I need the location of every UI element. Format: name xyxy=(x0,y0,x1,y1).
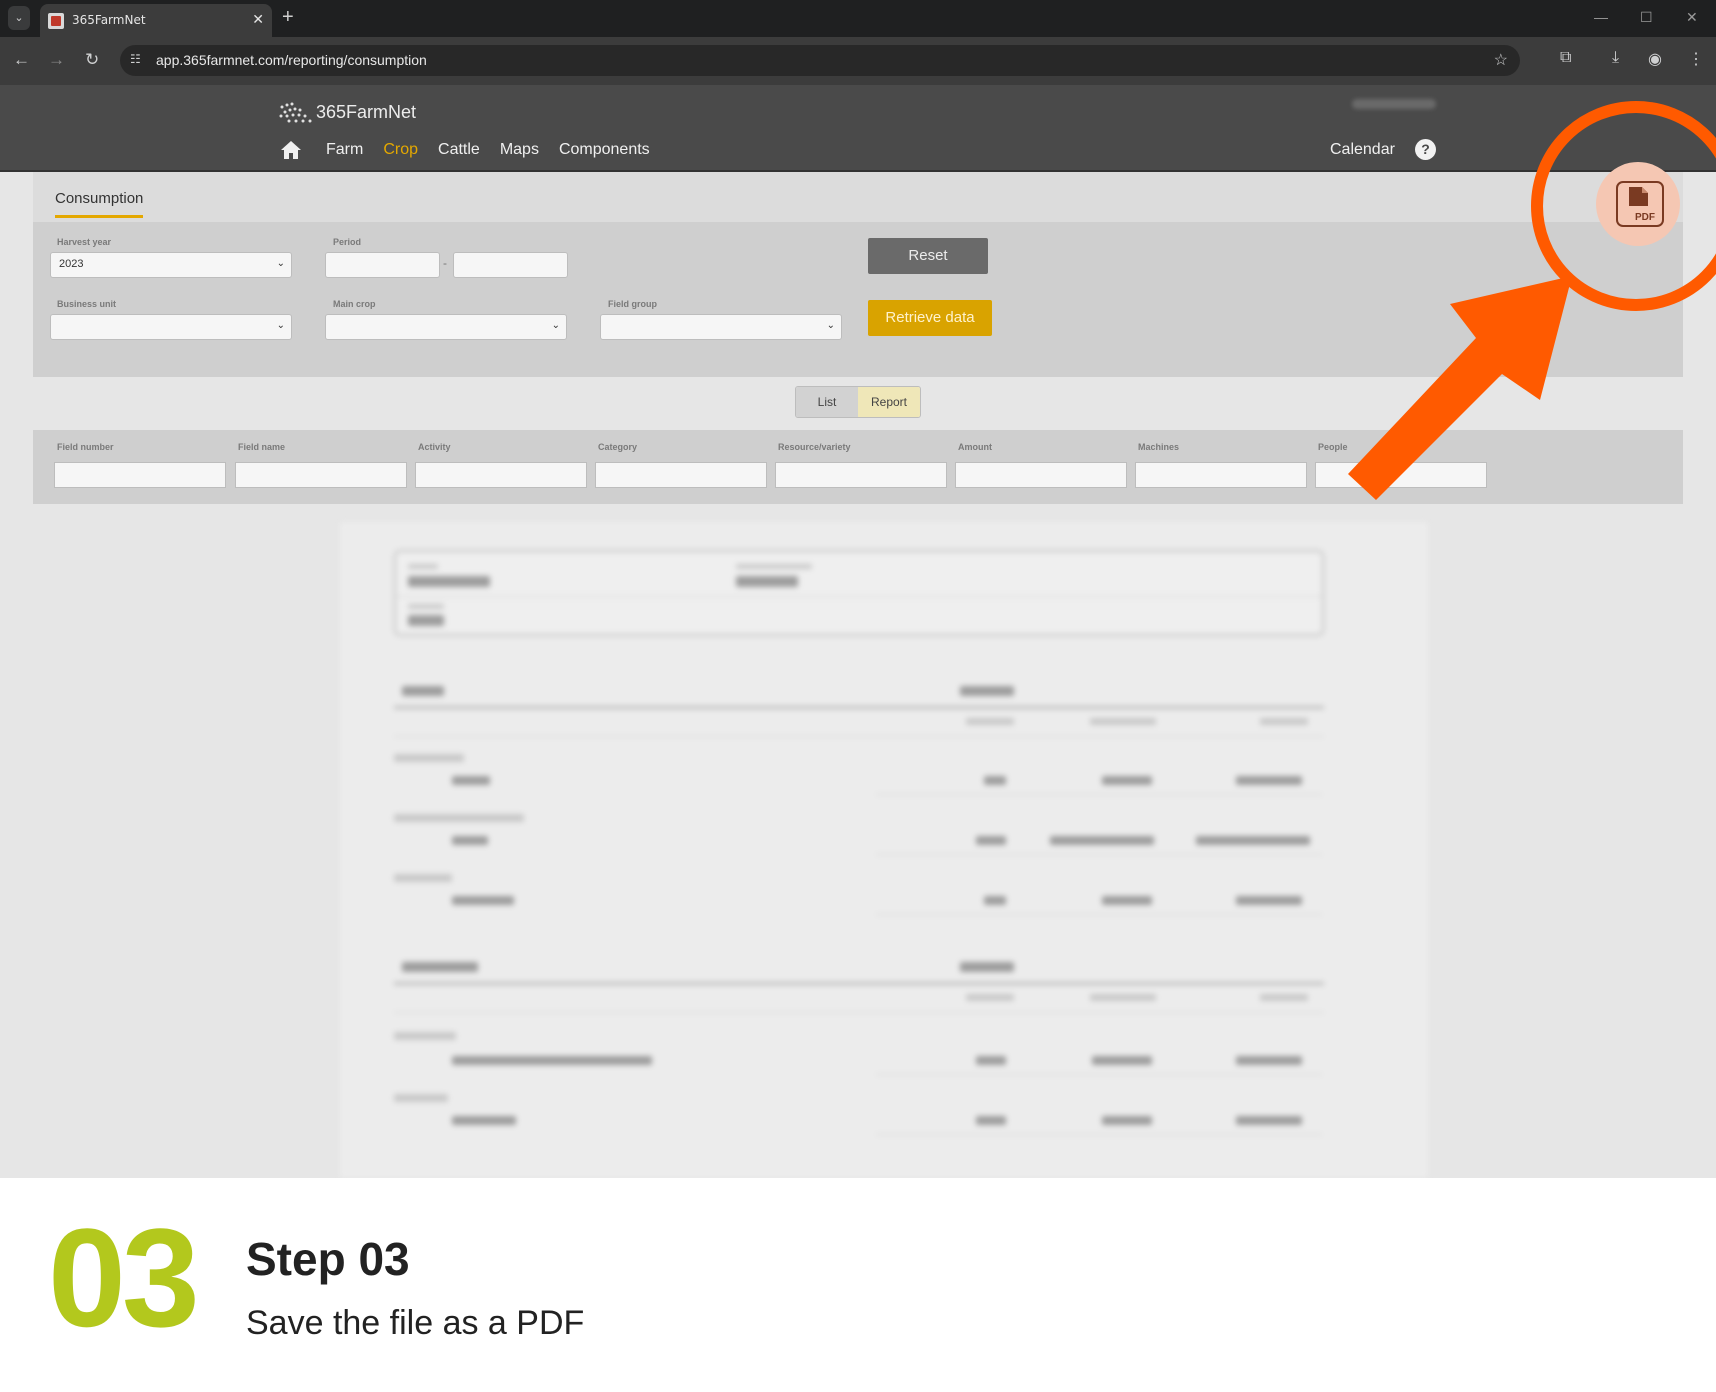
column-filter-input[interactable] xyxy=(955,462,1127,488)
field-group-label: Field group xyxy=(608,299,657,309)
nav-farm[interactable]: Farm xyxy=(326,141,363,159)
period-separator: - xyxy=(443,256,447,270)
nav-crop[interactable]: Crop xyxy=(383,141,418,159)
period-label: Period xyxy=(333,237,362,247)
chevron-down-icon: ⌄ xyxy=(826,320,835,331)
column-filter-input[interactable] xyxy=(54,462,226,488)
nav-cattle[interactable]: Cattle xyxy=(438,141,480,159)
browser-tab-bar: ⌄ 365FarmNet ✕ + — ☐ ✕ xyxy=(0,0,1716,37)
view-list-button[interactable]: List xyxy=(796,387,858,417)
minimize-icon[interactable]: — xyxy=(1594,9,1608,25)
forward-icon[interactable]: → xyxy=(48,50,65,70)
tab-title: 365FarmNet xyxy=(72,13,146,27)
close-icon[interactable]: ✕ xyxy=(252,11,264,28)
nav-components[interactable]: Components xyxy=(559,141,650,159)
column-filter-input[interactable] xyxy=(595,462,767,488)
logo-icon xyxy=(279,102,312,123)
url-text: app.365farmnet.com/reporting/consumption xyxy=(156,52,427,68)
view-report-button[interactable]: Report xyxy=(858,387,920,417)
column-label: Amount xyxy=(958,442,992,452)
harvest-year-select[interactable]: 2023 ⌄ xyxy=(50,252,292,278)
nav-maps[interactable]: Maps xyxy=(500,141,539,159)
favicon-icon xyxy=(48,13,64,29)
user-menu[interactable] xyxy=(1352,99,1436,109)
browser-tab[interactable]: 365FarmNet ✕ xyxy=(40,4,272,37)
step-number: 03 xyxy=(48,1199,200,1356)
field-group-select[interactable]: ⌄ xyxy=(600,314,842,340)
step-caption: 03 Step 03 Save the file as a PDF xyxy=(0,1178,1716,1392)
browser-toolbar: ← → ↻ ☷ app.365farmnet.com/reporting/con… xyxy=(0,37,1716,85)
column-label: Field name xyxy=(238,442,286,452)
arrow-pointer-icon xyxy=(1348,276,1572,500)
period-end-input[interactable] xyxy=(453,252,568,278)
logo-text: 365FarmNet xyxy=(316,102,417,122)
report-preview xyxy=(340,522,1428,1178)
business-unit-label: Business unit xyxy=(57,299,117,309)
maximize-icon[interactable]: ☐ xyxy=(1640,9,1653,26)
report-summary-card xyxy=(394,550,1324,636)
main-crop-select[interactable]: ⌄ xyxy=(325,314,567,340)
back-icon[interactable]: ← xyxy=(13,50,30,70)
period-start-input[interactable] xyxy=(325,252,440,278)
column-filter-input[interactable] xyxy=(775,462,947,488)
retrieve-data-button[interactable]: Retrieve data xyxy=(868,300,992,336)
chevron-down-icon: ⌄ xyxy=(276,258,285,269)
column-label: Activity xyxy=(418,442,451,452)
view-toggle: List Report xyxy=(795,386,921,418)
main-nav: Farm Crop Cattle Maps Components xyxy=(326,141,650,159)
window-close-icon[interactable]: ✕ xyxy=(1686,9,1698,26)
reset-button[interactable]: Reset xyxy=(868,238,988,274)
step-description: Save the file as a PDF xyxy=(246,1304,585,1342)
tab-search-button[interactable]: ⌄ xyxy=(8,6,30,30)
column-filter-input[interactable] xyxy=(1135,462,1307,488)
profile-icon[interactable]: ◉ xyxy=(1648,49,1662,69)
calendar-link[interactable]: Calendar xyxy=(1330,141,1395,159)
tab-consumption[interactable]: Consumption xyxy=(55,190,144,218)
home-icon[interactable] xyxy=(280,140,302,160)
address-bar[interactable]: ☷ app.365farmnet.com/reporting/consumpti… xyxy=(120,45,1520,76)
harvest-year-label: Harvest year xyxy=(57,237,112,247)
subheader: Consumption xyxy=(33,172,1683,222)
menu-icon[interactable]: ⋮ xyxy=(1688,49,1704,69)
extensions-icon[interactable]: ⧉ xyxy=(1560,49,1571,67)
chevron-down-icon: ⌄ xyxy=(276,320,285,331)
screenshot: ⌄ 365FarmNet ✕ + — ☐ ✕ ← → ↻ ☷ app.365fa… xyxy=(0,0,1716,1392)
app-header: 365FarmNet Farm Crop Cattle Maps Compone… xyxy=(0,85,1716,172)
harvest-year-value: 2023 xyxy=(59,258,84,270)
main-crop-label: Main crop xyxy=(333,299,376,309)
column-filter-input[interactable] xyxy=(235,462,407,488)
business-unit-select[interactable]: ⌄ xyxy=(50,314,292,340)
column-label: Category xyxy=(598,442,638,452)
new-tab-button[interactable]: + xyxy=(282,6,294,28)
download-icon[interactable]: ⤓ xyxy=(1612,49,1619,67)
bookmark-star-icon[interactable]: ☆ xyxy=(1494,50,1508,70)
help-icon[interactable]: ? xyxy=(1415,139,1436,160)
reload-icon[interactable]: ↻ xyxy=(85,50,99,70)
column-label: Resource/variety xyxy=(778,442,851,452)
chevron-down-icon: ⌄ xyxy=(551,320,560,331)
step-title: Step 03 xyxy=(246,1233,410,1285)
site-info-icon[interactable]: ☷ xyxy=(130,52,148,70)
column-filter-input[interactable] xyxy=(415,462,587,488)
column-label: Field number xyxy=(57,442,114,452)
column-label: Machines xyxy=(1138,442,1180,452)
